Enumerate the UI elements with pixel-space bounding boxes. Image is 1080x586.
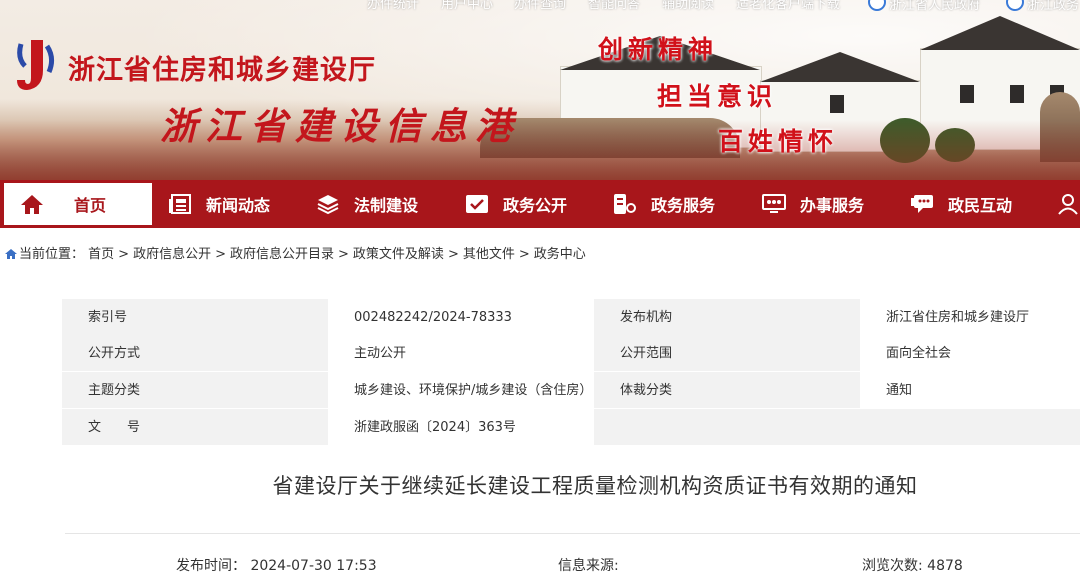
nav-gov-open-label: 政务公开 <box>503 196 568 215</box>
nav-gov-service-label: 政务服务 <box>651 196 716 215</box>
nav-news[interactable]: 新闻动态 <box>168 180 270 228</box>
breadcrumb: 当前位置： 首页 > 政府信息公开 > 政府信息公开目录 > 政策文件及解读 > 其他文件 > 政务… <box>5 243 586 262</box>
home-icon <box>20 193 44 215</box>
info-row: 文 号 浙建政服函〔2024〕363号 <box>62 409 1080 445</box>
monitor-icon <box>762 193 786 215</box>
nav-home-label: 首页 <box>74 196 107 215</box>
banner-window <box>960 85 974 103</box>
breadcrumb-separator: > <box>338 247 349 262</box>
breadcrumb-policy[interactable]: 政策文件及解读 <box>353 247 444 262</box>
top-link-stats[interactable]: 办件统计 <box>367 0 419 12</box>
site-subtitle: 浙江省建设信息港 <box>160 104 520 148</box>
header-banner: 浙江省住房和城乡建设厅 浙江省建设信息港 创新精神 担当意识 百姓情怀 <box>0 0 1080 180</box>
service-icon <box>613 193 637 215</box>
info-label: 体裁分类 <box>594 372 860 408</box>
layers-icon <box>316 193 340 215</box>
nav-gov-service[interactable]: 政务服务 <box>613 180 715 228</box>
info-row: 索引号 002482242/2024-78333 发布机构 浙江省住房和城乡建设… <box>62 299 1080 335</box>
info-label: 索引号 <box>62 299 328 335</box>
site-name: 浙江省住房和城乡建设厅 <box>68 55 376 86</box>
title-divider <box>65 533 1080 534</box>
newspaper-icon <box>168 193 192 215</box>
info-value: 面向全社会 <box>886 346 952 361</box>
site-logo-icon <box>17 40 55 90</box>
publish-time-value: 2024-07-30 17:53 <box>250 558 377 574</box>
info-value: 浙江省住房和城乡建设厅 <box>886 310 1030 325</box>
slogan-2: 担当意识 <box>657 82 778 111</box>
nav-affairs-label: 办事服务 <box>800 196 865 215</box>
nav-home[interactable]: 首页 <box>4 183 152 225</box>
banner-roof <box>920 16 1080 50</box>
nav-interaction[interactable]: 政民互动 <box>910 180 1012 228</box>
breadcrumb-other-files[interactable]: 其他文件 <box>463 247 515 262</box>
info-value: 通知 <box>886 383 913 398</box>
breadcrumb-separator: > <box>518 247 530 262</box>
info-label: 文 号 <box>62 409 328 445</box>
top-link-province-gov[interactable]: 浙江省人民政府 <box>868 0 980 13</box>
banner-window <box>830 95 844 113</box>
top-links: 办件统计 用户中心 办件查询 智能问答 辅助阅读 适老化客户端下载 浙江省人民政… <box>0 0 1080 13</box>
breadcrumb-separator: > <box>118 247 130 262</box>
top-link-zj-gov[interactable]: 浙江政务 <box>1006 0 1079 13</box>
info-source-label: 信息来源: <box>558 558 619 574</box>
info-label: 公开方式 <box>62 335 328 371</box>
info-label: 公开范围 <box>594 335 860 371</box>
info-label: 发布机构 <box>594 299 860 335</box>
nav-legal-label: 法制建设 <box>354 196 419 215</box>
breadcrumb-home-icon <box>5 249 17 259</box>
banner-window <box>1010 85 1024 103</box>
nav-affairs[interactable]: 办事服务 <box>762 180 864 228</box>
breadcrumb-gov-center[interactable]: 政务中心 <box>534 247 586 262</box>
breadcrumb-prefix: 当前位置： <box>19 247 85 262</box>
person-icon <box>1056 193 1080 215</box>
gov-emblem-icon <box>868 0 886 11</box>
breadcrumb-separator: > <box>215 247 226 262</box>
breadcrumb-gov-info-catalog[interactable]: 政府信息公开目录 <box>230 247 334 262</box>
view-count-label: 浏览次数: <box>862 558 928 574</box>
slogan-1: 创新精神 <box>598 35 719 64</box>
nav-gov-open[interactable]: 政务公开 <box>465 180 567 228</box>
view-count-value: 4878 <box>927 558 963 574</box>
info-label: 主题分类 <box>62 372 328 408</box>
publish-time-label: 发布时间： <box>176 558 246 574</box>
info-value: 002482242/2024-78333 <box>354 310 512 325</box>
info-empty-cell <box>594 409 1080 445</box>
nav-news-label: 新闻动态 <box>206 196 271 215</box>
top-link-qa[interactable]: 智能问答 <box>588 0 640 12</box>
breadcrumb-separator: > <box>447 247 459 262</box>
breadcrumb-gov-info[interactable]: 政府信息公开 <box>133 247 211 262</box>
info-value: 城乡建设、环境保护/城乡建设（含住房） <box>354 383 593 398</box>
mail-check-icon <box>465 193 489 215</box>
zj-gov-icon <box>1006 0 1024 11</box>
top-link-user-center[interactable]: 用户中心 <box>441 0 493 12</box>
publish-time: 发布时间： 2024-07-30 17:53 <box>176 555 377 575</box>
chat-icon <box>910 193 934 215</box>
top-link-reading[interactable]: 辅助阅读 <box>662 0 714 12</box>
view-count: 浏览次数: 4878 <box>862 555 963 575</box>
top-link-elderly-app[interactable]: 适老化客户端下载 <box>736 0 840 12</box>
top-link-query[interactable]: 办件查询 <box>514 0 566 12</box>
info-value: 主动公开 <box>354 346 407 361</box>
document-info-table: 索引号 002482242/2024-78333 发布机构 浙江省住房和城乡建设… <box>62 299 1080 445</box>
slogan-3: 百姓情怀 <box>718 127 839 156</box>
banner-roof <box>760 52 920 82</box>
nav-legal[interactable]: 法制建设 <box>316 180 418 228</box>
article-title: 省建设厅关于继续延长建设工程质量检测机构资质证书有效期的通知 <box>272 474 918 498</box>
info-value: 浙建政服函〔2024〕363号 <box>354 420 516 435</box>
nav-interaction-label: 政民互动 <box>948 196 1013 215</box>
breadcrumb-home[interactable]: 首页 <box>88 247 114 262</box>
nav-more[interactable] <box>1056 180 1080 228</box>
main-nav: 首页 新闻动态 法制建设 政务公开 政务服务 办事服务 政民互动 <box>0 180 1080 228</box>
info-row: 公开方式 主动公开 公开范围 面向全社会 <box>62 335 1080 371</box>
info-row: 主题分类 城乡建设、环境保护/城乡建设（含住房） 体裁分类 通知 <box>62 372 1080 408</box>
